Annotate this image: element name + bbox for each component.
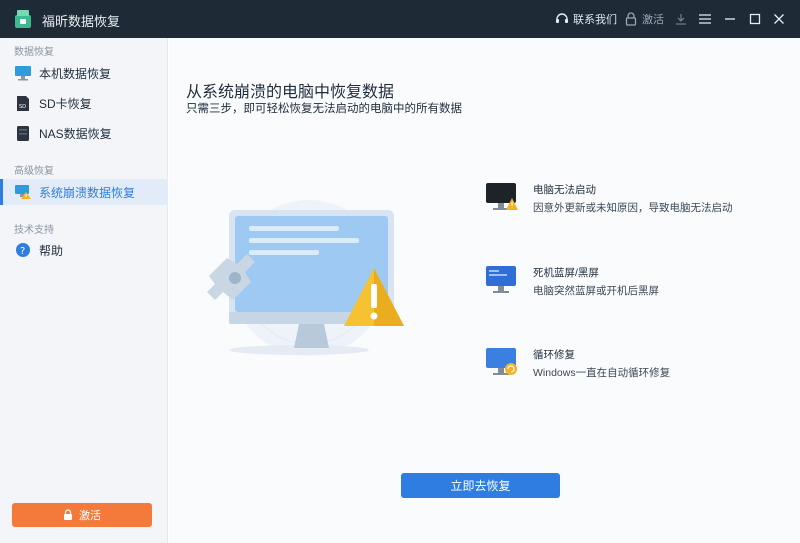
activate-button-label: 激活	[79, 510, 101, 522]
sidebar-item-system-crash[interactable]: 系统崩溃数据恢复	[0, 179, 168, 205]
sidebar-item-label: SD卡恢复	[39, 96, 92, 111]
sidebar-item-label: 系统崩溃数据恢复	[39, 185, 136, 200]
svg-text:SD: SD	[19, 104, 26, 110]
download-icon	[676, 14, 686, 25]
app-window: 福昕数据恢复 联系我们 激活 数据恢复 本机数据恢复 SD SD卡恢复 NAS数…	[0, 0, 800, 543]
page-subtitle: 只需三步，即可轻松恢复无法启动的电脑中的所有数据	[186, 103, 462, 115]
nas-icon	[14, 124, 32, 142]
section-tech-support: 技术支持	[14, 225, 54, 236]
sidebar-item-local-recovery[interactable]: 本机数据恢复	[0, 60, 168, 86]
activate-button[interactable]: 激活	[12, 503, 152, 527]
maximize-button[interactable]	[744, 0, 766, 38]
repair-loop-icon	[486, 348, 517, 375]
app-logo-icon	[15, 10, 31, 28]
feature-desc: 因意外更新或未知原因，导致电脑无法启动	[533, 202, 733, 214]
crashed-computer-illustration	[207, 200, 404, 356]
feature-desc: Windows一直在自动循环修复	[533, 367, 671, 379]
minimize-button[interactable]	[719, 0, 741, 38]
page-title: 从系统崩溃的电脑中恢复数据	[186, 84, 395, 101]
menu-button[interactable]	[694, 0, 716, 38]
section-advanced-recovery: 高级恢复	[14, 166, 54, 177]
close-icon	[774, 14, 784, 24]
feature-blue-screen: 死机蓝屏/黑屏 电脑突然蓝屏或开机后黑屏	[485, 263, 785, 303]
feature-repair-loop: 循环修复 Windows一直在自动循环修复	[485, 345, 785, 385]
menu-icon	[699, 14, 711, 24]
activate-top-label: 激活	[642, 14, 664, 26]
sidebar-item-help[interactable]: ? 帮助	[0, 237, 168, 263]
app-title: 福昕数据恢复	[42, 14, 121, 29]
feature-title: 死机蓝屏/黑屏	[533, 267, 599, 279]
minimize-icon	[725, 18, 735, 20]
recover-now-button[interactable]: 立即去恢复	[401, 473, 560, 498]
sidebar-item-label: 帮助	[39, 243, 64, 258]
main-content: 从系统崩溃的电脑中恢复数据 只需三步，即可轻松恢复无法启动的电脑中的所有数据 电…	[169, 38, 800, 543]
headset-icon	[556, 13, 568, 23]
feature-desc: 电脑突然蓝屏或开机后黑屏	[533, 285, 659, 297]
feature-cannot-boot: 电脑无法启动 因意外更新或未知原因，导致电脑无法启动	[485, 180, 785, 220]
section-data-recovery: 数据恢复	[14, 47, 54, 58]
sidebar-item-sd-card[interactable]: SD SD卡恢复	[0, 90, 168, 116]
sd-card-icon: SD	[14, 94, 32, 112]
feature-title: 电脑无法启动	[533, 184, 596, 196]
maximize-icon	[749, 13, 761, 25]
crash-monitor-icon	[14, 183, 32, 201]
close-button[interactable]	[768, 0, 790, 38]
download-button[interactable]	[670, 0, 692, 38]
sidebar-item-label: NAS数据恢复	[39, 126, 112, 141]
contact-us-button[interactable]: 联系我们	[555, 0, 617, 38]
feature-title: 循环修复	[533, 349, 575, 361]
blue-screen-icon	[486, 266, 516, 293]
monitor-icon	[14, 64, 32, 82]
sidebar-item-nas[interactable]: NAS数据恢复	[0, 120, 168, 146]
lock-icon	[64, 509, 72, 520]
sidebar-item-label: 本机数据恢复	[39, 66, 112, 81]
sidebar: 数据恢复 本机数据恢复 SD SD卡恢复 NAS数据恢复 高级恢复 系统崩溃数据…	[0, 38, 168, 543]
help-icon: ?	[14, 241, 32, 259]
lock-icon	[625, 12, 637, 26]
activate-top-button[interactable]: 激活	[625, 0, 664, 38]
svg-text:?: ?	[20, 246, 25, 257]
black-monitor-warning-icon	[486, 183, 518, 210]
title-bar: 福昕数据恢复 联系我们 激活	[0, 0, 800, 38]
contact-us-label: 联系我们	[573, 14, 617, 26]
